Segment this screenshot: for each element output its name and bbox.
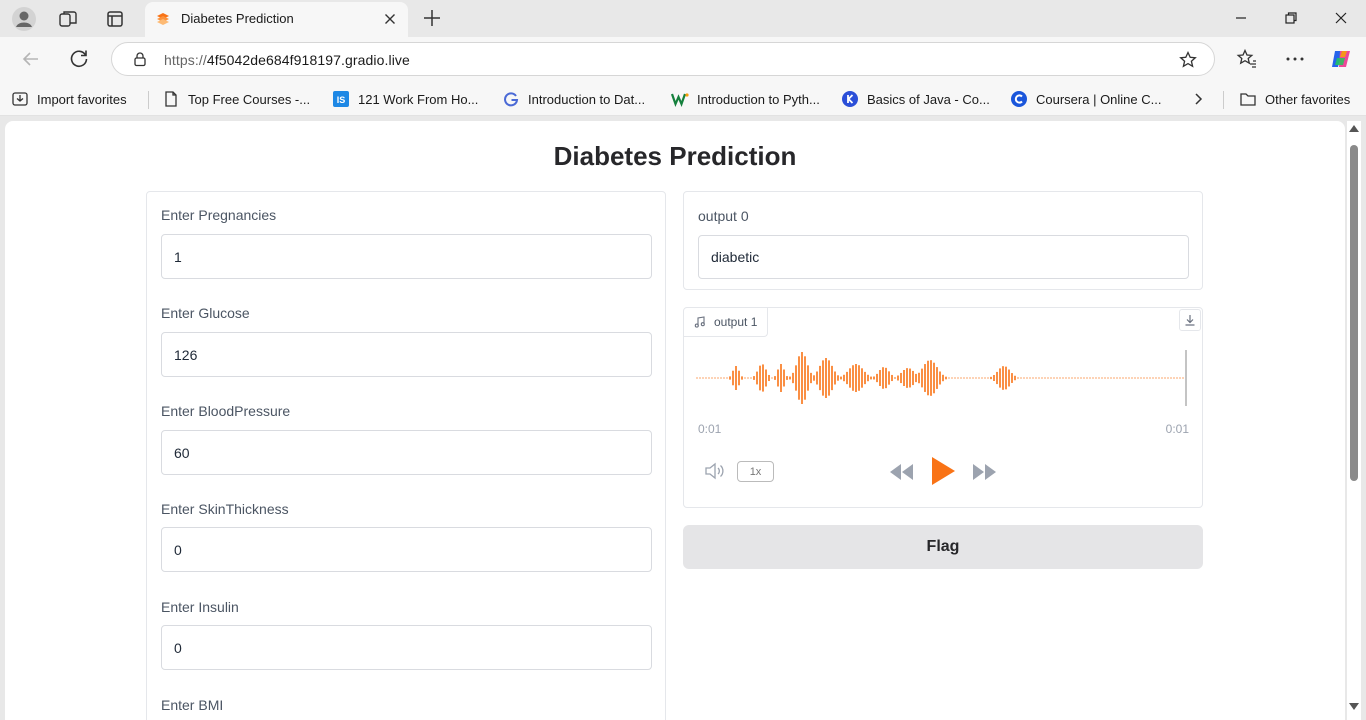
k-logo-icon xyxy=(841,90,859,108)
favorite-item[interactable]: Introduction to Dat... xyxy=(502,89,645,109)
favorite-item[interactable]: IS 121 Work From Ho... xyxy=(332,89,478,109)
new-tab-icon[interactable] xyxy=(420,6,444,30)
lock-icon[interactable] xyxy=(132,51,148,67)
favorite-item[interactable]: Introduction to Pyth... xyxy=(671,89,820,109)
duration-time: 0:01 xyxy=(1165,422,1189,436)
address-bar[interactable]: https://4f5042de684f918197.gradio.live xyxy=(111,42,1215,76)
skinthickness-label: Enter SkinThickness xyxy=(161,501,289,517)
inputs-panel: Enter Pregnancies 1 Enter Glucose 126 En… xyxy=(146,191,666,720)
favorite-item[interactable]: Basics of Java - Co... xyxy=(841,89,990,109)
pregnancies-label: Enter Pregnancies xyxy=(161,207,277,223)
navigation-bar: https://4f5042de684f918197.gradio.live xyxy=(0,37,1366,82)
back-icon[interactable] xyxy=(19,47,43,71)
web-page: Diabetes Prediction Enter Pregnancies 1 … xyxy=(5,121,1345,720)
current-time: 0:01 xyxy=(698,422,722,436)
favorites-divider xyxy=(148,91,149,109)
favorite-item[interactable]: Coursera | Online C... xyxy=(1010,89,1161,109)
fast-forward-icon[interactable] xyxy=(971,462,999,482)
output-0-label: output 0 xyxy=(698,208,749,224)
scroll-thumb[interactable] xyxy=(1350,145,1358,481)
volume-icon[interactable] xyxy=(703,461,727,481)
favorite-item[interactable]: Import favorites xyxy=(11,89,127,109)
rewind-icon[interactable] xyxy=(887,462,915,482)
tab-actions-icon[interactable] xyxy=(102,6,128,32)
download-icon xyxy=(1185,315,1195,326)
insulin-label: Enter Insulin xyxy=(161,599,239,615)
coursera-icon xyxy=(1010,90,1028,108)
pregnancies-input[interactable]: 1 xyxy=(161,234,652,279)
play-icon[interactable] xyxy=(929,455,957,487)
gradio-favicon-icon xyxy=(157,13,169,25)
w-logo-icon xyxy=(671,90,689,108)
bmi-label: Enter BMI xyxy=(161,697,224,713)
favorite-star-icon[interactable] xyxy=(1178,50,1198,70)
output-1-label-tag: output 1 xyxy=(684,308,769,337)
profile-icon[interactable] xyxy=(11,6,37,32)
minimize-icon[interactable] xyxy=(1231,8,1251,28)
chevron-right-icon[interactable] xyxy=(1190,91,1206,107)
favorites-list-icon[interactable] xyxy=(1235,47,1259,71)
import-icon xyxy=(11,90,29,108)
download-button[interactable] xyxy=(1179,309,1201,331)
svg-text:IS: IS xyxy=(337,95,346,105)
more-menu-icon[interactable] xyxy=(1283,47,1307,71)
output-0-panel: output 0 diabetic xyxy=(683,191,1203,290)
restore-icon[interactable] xyxy=(1281,8,1301,28)
scroll-down-arrow[interactable] xyxy=(1349,703,1359,710)
bloodpressure-label: Enter BloodPressure xyxy=(161,403,291,419)
tab-title: Diabetes Prediction xyxy=(181,11,294,26)
bloodpressure-input[interactable]: 60 xyxy=(161,430,652,475)
url-text[interactable]: https://4f5042de684f918197.gradio.live xyxy=(164,52,410,68)
favorites-divider xyxy=(1223,91,1224,109)
audio-waveform[interactable] xyxy=(696,348,1190,408)
scroll-up-arrow[interactable] xyxy=(1349,125,1359,132)
page-icon xyxy=(162,90,180,108)
copilot-icon[interactable] xyxy=(1329,47,1353,71)
tab-diabetes-prediction[interactable]: Diabetes Prediction xyxy=(145,2,408,37)
favorite-item[interactable]: Top Free Courses -... xyxy=(162,89,310,109)
refresh-icon[interactable] xyxy=(67,47,91,71)
page-scrollbar[interactable] xyxy=(1347,121,1361,720)
playback-rate-button[interactable]: 1x xyxy=(737,461,774,482)
output-1-audio-panel: output 1 0:01 0:01 1x xyxy=(683,307,1203,508)
output-0-textbox[interactable]: diabetic xyxy=(698,235,1189,279)
window-close-icon[interactable] xyxy=(1331,8,1351,28)
close-icon[interactable] xyxy=(382,11,398,27)
flag-button[interactable]: Flag xyxy=(683,525,1203,569)
insulin-input[interactable]: 0 xyxy=(161,625,652,670)
glucose-input[interactable]: 126 xyxy=(161,332,652,377)
tab-strip: Diabetes Prediction xyxy=(0,0,1366,37)
is-logo-icon: IS xyxy=(332,90,350,108)
workspaces-icon[interactable] xyxy=(55,6,81,32)
folder-icon xyxy=(1239,90,1257,108)
music-note-icon xyxy=(694,316,705,328)
favorites-bar: Import favorites Top Free Courses -... I… xyxy=(0,82,1366,116)
page-title: Diabetes Prediction xyxy=(553,141,797,171)
favorite-item[interactable]: Other favorites xyxy=(1239,89,1350,109)
skinthickness-input[interactable]: 0 xyxy=(161,527,652,572)
glucose-label: Enter Glucose xyxy=(161,305,250,321)
g-logo-icon xyxy=(502,90,520,108)
